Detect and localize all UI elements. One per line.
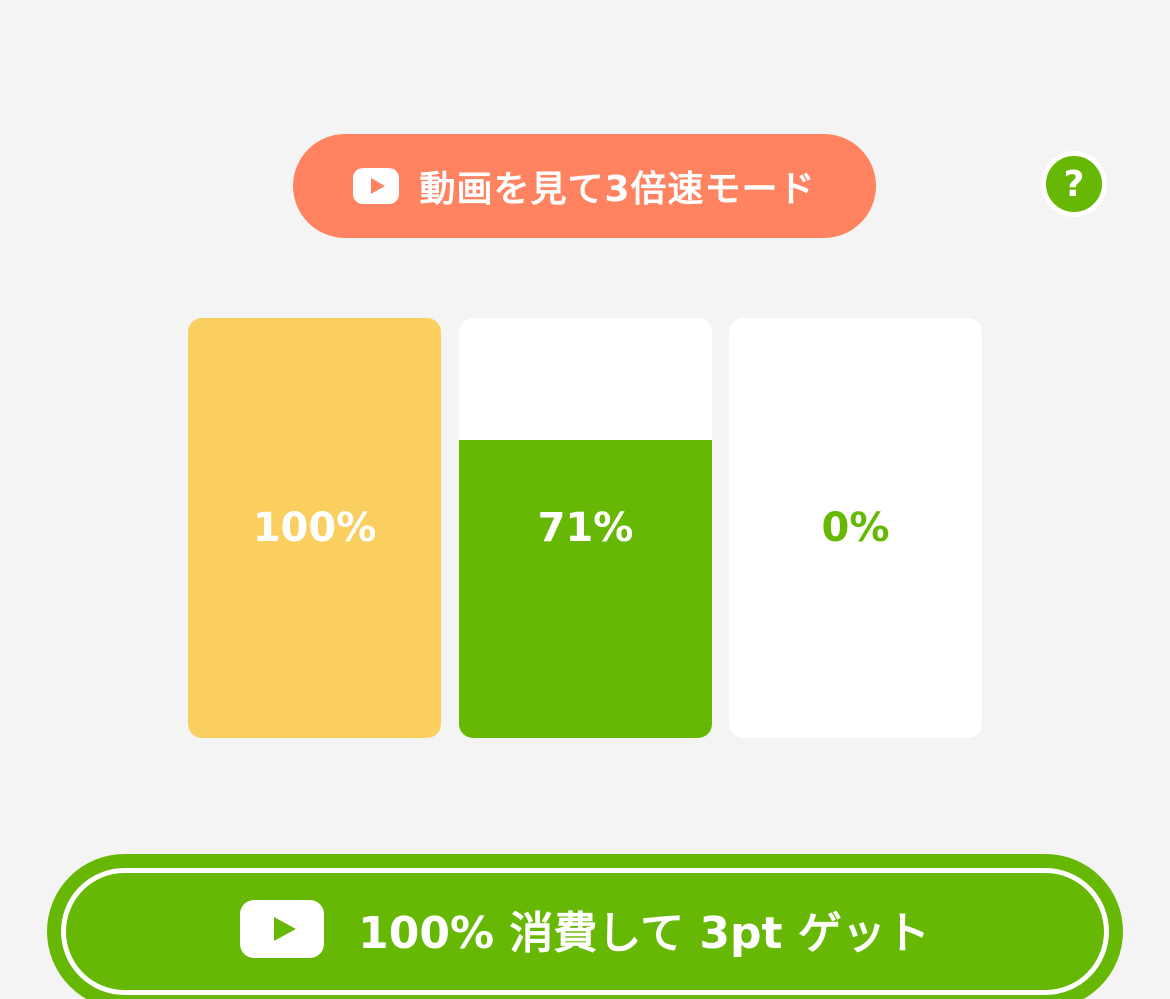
help-button[interactable]: ? — [1041, 151, 1107, 217]
video-play-icon — [353, 168, 400, 204]
gauge-fill — [459, 439, 712, 738]
gauge-100: 100% — [188, 318, 441, 738]
gauge-percent-label: 100% — [252, 505, 377, 551]
get-points-button-inner: 100% 消費して 3pt ゲット — [61, 868, 1109, 995]
screen: 動画を見て3倍速モード ? 100% 71% 0% 100% 消費して 3pt … — [0, 0, 1170, 999]
speed-mode-button[interactable]: 動画を見て3倍速モード — [293, 134, 876, 238]
gauge-0: 0% — [729, 318, 982, 738]
get-points-button[interactable]: 100% 消費して 3pt ゲット — [47, 854, 1123, 999]
get-points-label: 100% 消費して 3pt ゲット — [358, 907, 930, 959]
video-play-icon — [240, 899, 325, 958]
gauge-percent-label: 71% — [537, 505, 634, 551]
speed-mode-label: 動画を見て3倍速モード — [419, 169, 816, 210]
gauge-71: 71% — [459, 318, 712, 738]
gauge-percent-label: 0% — [821, 505, 890, 551]
question-icon: ? — [1063, 163, 1085, 205]
